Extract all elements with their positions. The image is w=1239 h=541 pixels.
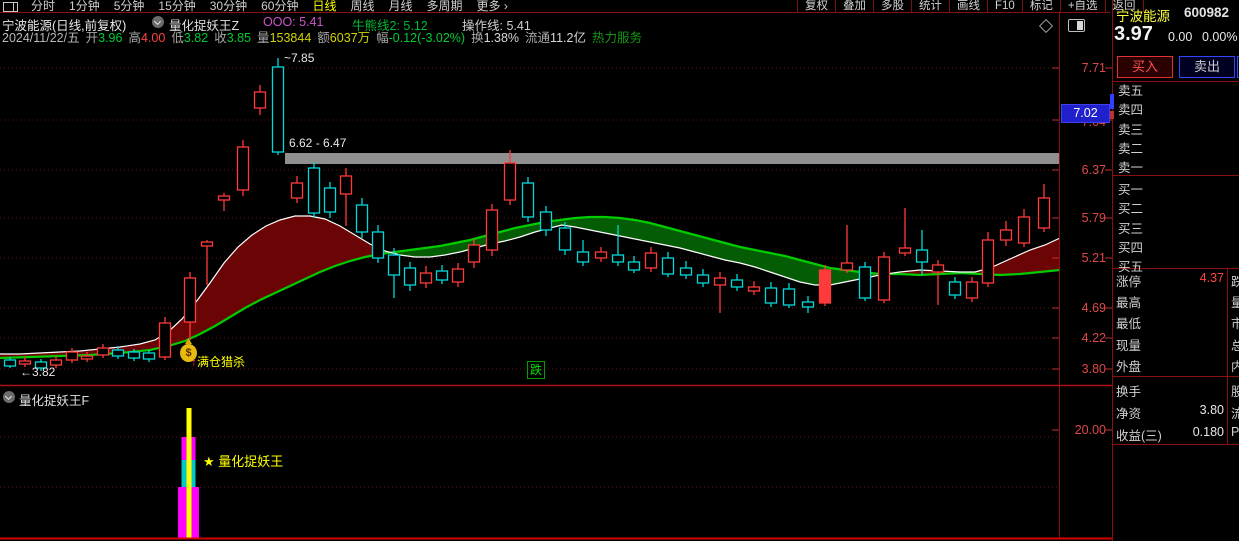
y-axis-label: 4.69: [1064, 301, 1106, 315]
stat-label-clipped: 内: [1231, 356, 1239, 375]
quote-field: 低3.82: [171, 32, 208, 45]
stat-label-clipped: P: [1231, 425, 1239, 439]
stat-label-clipped: 跌: [1231, 271, 1239, 290]
ask-level-row[interactable]: 卖一: [1118, 157, 1143, 176]
window-icon[interactable]: [3, 2, 18, 12]
stat-value: 4.37: [1150, 271, 1224, 285]
toolbar-button[interactable]: F10: [987, 0, 1022, 12]
bid-level-row[interactable]: 买二: [1118, 198, 1143, 217]
period-tab[interactable]: 月线: [389, 0, 413, 13]
period-tab[interactable]: 更多 ›: [477, 0, 508, 13]
ask-level-row[interactable]: 卖二: [1118, 138, 1143, 157]
stat-label: 最高: [1116, 292, 1141, 311]
sub-chart-signal-label: ★ 量化捉妖王: [203, 451, 283, 470]
quote-field: 收3.85: [214, 32, 251, 45]
order-book-red-tick: [1110, 111, 1114, 119]
current-price-badge: 7.02: [1061, 104, 1110, 123]
stat-label-clipped: 总: [1231, 335, 1239, 354]
sell-button[interactable]: 卖出: [1179, 56, 1235, 78]
quote-field: 2024/11/22/五: [2, 32, 80, 45]
stat-label-clipped: 流: [1231, 403, 1239, 422]
toolbar-button[interactable]: +自选: [1060, 0, 1105, 12]
period-tab[interactable]: 30分钟: [210, 0, 247, 13]
period-tab[interactable]: 1分钟: [69, 0, 100, 13]
low-price-annotation: ←3.82: [20, 365, 55, 379]
quote-field: 热力服务: [592, 32, 642, 45]
fall-marker-badge: 跌: [527, 361, 545, 379]
toolbar-button[interactable]: 多股: [873, 0, 911, 12]
quote-field: 开3.96: [86, 32, 123, 45]
high-price-annotation: ~7.85: [284, 51, 314, 65]
quote-field: 换1.38%: [471, 32, 519, 45]
last-price: 3.97: [1114, 23, 1153, 46]
panel-toggle-icon[interactable]: [1068, 19, 1085, 32]
y-axis-label: 7.71: [1064, 61, 1106, 75]
price-change: 0.00: [1168, 30, 1192, 44]
y-axis-label: 6.37: [1064, 163, 1106, 177]
toolbar-button[interactable]: 叠加: [835, 0, 873, 12]
toolbar-button[interactable]: 统计: [911, 0, 949, 12]
order-book-blue-tick: [1110, 94, 1114, 109]
period-tab[interactable]: 分时: [31, 0, 55, 13]
bid-level-row[interactable]: 买一: [1118, 179, 1143, 198]
period-tab[interactable]: 5分钟: [114, 0, 145, 13]
candlesticks[interactable]: [5, 58, 1050, 371]
stat-value: 3.80: [1150, 403, 1224, 417]
y-axis-label: 5.21: [1064, 251, 1106, 265]
sub-indicator-dropdown-icon[interactable]: [3, 391, 15, 403]
stat-label-clipped: 股: [1231, 381, 1239, 400]
quote-field: 幅-0.12(-3.02%): [376, 32, 465, 45]
quote-field: 额6037万: [317, 32, 370, 45]
indicator-bars: [178, 408, 199, 538]
stat-label-clipped: 量: [1231, 292, 1239, 311]
grid-lines: [0, 68, 1059, 487]
stock-name[interactable]: 宁波能源: [1116, 5, 1170, 25]
full-position-signal-label: ↑满仓猎杀: [191, 353, 245, 370]
ask-level-row[interactable]: 卖四: [1118, 99, 1143, 118]
y-axis-label: 5.79: [1064, 211, 1106, 225]
y-axis-label: 4.22: [1064, 331, 1106, 345]
stat-label: 净资: [1116, 403, 1141, 422]
toolbar-button[interactable]: 标记: [1022, 0, 1060, 12]
right-toolbar: 复权叠加多股统计画线F10标记+自选返回: [797, 0, 1144, 12]
stat-label: 换手: [1116, 381, 1141, 400]
bid-level-row[interactable]: 买四: [1118, 237, 1143, 256]
indicator-dropdown-icon[interactable]: [152, 16, 164, 28]
bid-level-row[interactable]: 买三: [1118, 218, 1143, 237]
period-tab[interactable]: 15分钟: [158, 0, 195, 13]
y-axis-label: 3.80: [1064, 362, 1106, 376]
stat-value: 0.180: [1150, 425, 1224, 439]
quote-field: 流通11.2亿: [525, 32, 586, 45]
stat-label: 外盘: [1116, 356, 1141, 375]
period-tab[interactable]: 周线: [350, 0, 374, 13]
ask-level-row[interactable]: 卖三: [1118, 119, 1143, 138]
toolbar-button[interactable]: 画线: [949, 0, 987, 12]
stat-label: 最低: [1116, 313, 1141, 332]
buy-button[interactable]: 买入: [1117, 56, 1173, 78]
daily-quote-info-bar: 2024/11/22/五开3.96 高4.00 低3.82 收3.85 量153844 额…: [2, 32, 642, 45]
toolbar-button[interactable]: 复权: [797, 0, 835, 12]
quote-field: 量153844: [257, 32, 311, 45]
sub-indicator-name[interactable]: 量化捉妖王F: [19, 390, 89, 409]
quote-field: 高4.00: [128, 32, 165, 45]
ask-level-row[interactable]: 卖五: [1118, 80, 1143, 99]
stock-code: 600982: [1184, 5, 1229, 20]
main-chart-canvas[interactable]: [0, 0, 1239, 541]
stat-label-clipped: 市: [1231, 313, 1239, 332]
price-change-percent: 0.00%: [1202, 30, 1237, 44]
stat-label: 涨停: [1116, 271, 1141, 290]
period-tab[interactable]: 多周期: [427, 0, 463, 13]
gap-range-annotation: 6.62 - 6.47: [289, 136, 346, 150]
stat-label: 现量: [1116, 335, 1141, 354]
tdx-stock-app-window: 分时 1分钟 5分钟 15分钟 30分钟 60分钟 日线 周线 月线 多周期 更多 › 复权叠加多股…: [0, 0, 1239, 541]
sub-axis-label: 20.00: [1064, 423, 1106, 437]
gray-resistance-bar: [285, 153, 1059, 164]
period-tab[interactable]: 60分钟: [261, 0, 298, 13]
indicator-value-ooo: OOO: 5.41: [263, 15, 323, 29]
period-menu: 分时 1分钟 5分钟 15分钟 30分钟 60分钟 日线 周线 月线 多周期 更多 ›: [31, 0, 508, 13]
period-tab[interactable]: 日线: [312, 0, 336, 13]
